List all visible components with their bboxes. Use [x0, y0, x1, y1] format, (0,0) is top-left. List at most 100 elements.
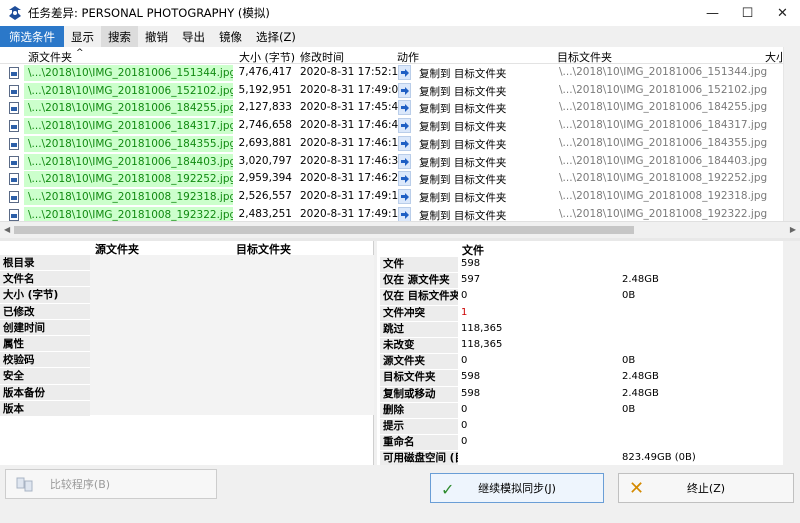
target-path: \...\2018\10\IMG_20181006_152102.jpg [559, 83, 768, 96]
tab-select[interactable]: 选择(Z) [249, 26, 303, 47]
col-action[interactable]: 动作 [397, 49, 419, 65]
stop-label: 终止(Z) [686, 482, 726, 495]
stats-row: 重命名 0 [377, 435, 800, 451]
detail-label: 创建时间 [0, 319, 90, 336]
copy-arrow-icon [398, 153, 411, 169]
tab-search[interactable]: 搜索 [101, 26, 138, 47]
file-icon [9, 84, 19, 97]
file-icon [9, 67, 19, 79]
target-path: \...\2018\10\IMG_20181006_151344.jpg [559, 66, 768, 78]
source-path: \...\2018\10\IMG_20181008_192252.jpg [24, 171, 233, 188]
target-path: \...\2018\10\IMG_20181006_184317.jpg [559, 119, 768, 132]
compare-label: 比较程序(B) [49, 478, 111, 491]
copy-arrow-icon [398, 171, 411, 187]
details-panel: 源文件夹 目标文件夹 根目录 文件名 大小 (字节) 已修改 创建时间 属性 校… [0, 241, 374, 465]
stats-label: 复制或移动 [380, 386, 458, 402]
tab-undo[interactable]: 撤销 [138, 26, 175, 47]
table-row[interactable]: \...\2018\10\IMG_20181006_184317.jpg 2,7… [0, 117, 800, 135]
stats-size: 0B [622, 403, 636, 415]
modified-time: 2020-8-31 17:46:20 [300, 172, 405, 185]
file-icon [9, 137, 19, 150]
hscroll-thumb[interactable] [14, 226, 634, 234]
file-icon [9, 155, 19, 168]
source-path: \...\2018\10\IMG_20181008_192322.jpg [24, 206, 233, 221]
detail-label: 文件名 [0, 271, 90, 288]
copy-arrow-icon [398, 206, 411, 221]
scroll-left-icon[interactable]: ◀ [4, 225, 10, 234]
compare-button[interactable]: 比较程序(B) [5, 469, 217, 499]
stats-label: 文件 [380, 257, 458, 273]
detail-label: 根目录 [0, 255, 90, 272]
window-title: 任务差异: PERSONAL PHOTOGRAPHY (模拟) [28, 6, 270, 20]
table-row[interactable]: \...\2018\10\IMG_20181008_192318.jpg 2,5… [0, 188, 800, 206]
source-path: \...\2018\10\IMG_20181006_152102.jpg [24, 82, 233, 99]
table-row[interactable]: \...\2018\10\IMG_20181008_192252.jpg 2,9… [0, 170, 800, 188]
tab-display[interactable]: 显示 [64, 26, 101, 47]
table-row[interactable]: \...\2018\10\IMG_20181006_184355.jpg 2,6… [0, 135, 800, 153]
stats-label: 跳过 [380, 321, 458, 337]
file-icon [9, 208, 19, 221]
stats-size: 2.48GB [622, 371, 659, 383]
stats-count: 118,365 [461, 339, 503, 350]
col-source[interactable]: 源文件夹 [28, 49, 72, 65]
stats-count: 0 [461, 290, 468, 302]
file-icon [9, 173, 19, 186]
stats-label: 文件冲突 [380, 305, 458, 321]
maximize-button[interactable]: ☐ [730, 0, 765, 26]
file-list-hscroll[interactable]: ◀ ▶ [0, 221, 800, 238]
source-path: \...\2018\10\IMG_20181008_192318.jpg [24, 188, 233, 205]
file-size: 7,476,417 [238, 66, 292, 78]
stats-count: 118,365 [461, 322, 503, 334]
detail-label: 版本备份 [0, 384, 90, 401]
tab-filter[interactable]: 筛选条件 [0, 26, 64, 47]
table-row[interactable]: \...\2018\10\IMG_20181006_184255.jpg 2,1… [0, 99, 800, 117]
table-row[interactable]: \...\2018\10\IMG_20181006_184403.jpg 3,0… [0, 153, 800, 171]
tab-export[interactable]: 导出 [175, 26, 212, 47]
stats-count: 0 [461, 420, 468, 431]
table-row[interactable]: \...\2018\10\IMG_20181006_152102.jpg 5,1… [0, 82, 800, 100]
stats-label: 提示 [380, 419, 458, 435]
modified-time: 2020-8-31 17:46:40 [300, 119, 405, 132]
col-size[interactable]: 大小 (字节) [239, 49, 295, 65]
close-button[interactable]: ✕ [765, 0, 800, 26]
stats-label: 仅在 源文件夹 [380, 273, 458, 289]
file-list-header: 源文件夹 ^ 大小 (字节) 修改时间 动作 目标文件夹 大小 ( [0, 47, 800, 64]
modified-time: 2020-8-31 17:49:15 [300, 207, 405, 220]
file-size: 2,526,557 [238, 189, 292, 202]
file-size: 5,192,951 [238, 83, 292, 96]
file-size: 2,483,251 [238, 207, 292, 220]
scroll-right-icon[interactable]: ▶ [790, 225, 796, 234]
stats-row: 跳过 118,365 [377, 321, 800, 338]
detail-label: 大小 (字节) [0, 287, 90, 304]
col-modified[interactable]: 修改时间 [300, 49, 344, 65]
stats-row: 文件 598 [377, 257, 800, 273]
source-path: \...\2018\10\IMG_20181006_184355.jpg [24, 135, 233, 152]
table-row[interactable]: \...\2018\10\IMG_20181006_151344.jpg 7,4… [0, 64, 800, 82]
file-size: 2,693,881 [238, 136, 292, 149]
source-path: \...\2018\10\IMG_20181006_184317.jpg [24, 118, 233, 135]
details-values-area [90, 255, 374, 415]
stats-label: 源文件夹 [380, 354, 458, 370]
modified-time: 2020-8-31 17:52:11 [300, 66, 405, 78]
stats-count-conflict: 1 [461, 306, 468, 318]
stats-vscroll[interactable] [783, 241, 800, 465]
file-list-vscroll[interactable] [783, 47, 800, 221]
stats-header: 文件 [462, 244, 484, 257]
continue-sync-button[interactable]: ✓ 继续模拟同步(J) [430, 473, 604, 503]
source-path: \...\2018\10\IMG_20181006_184403.jpg [24, 153, 233, 170]
toolbar: 筛选条件 显示 搜索 撤销 导出 镜像 选择(Z) [0, 26, 800, 47]
stop-button[interactable]: ✕ 终止(Z) [618, 473, 794, 503]
tab-mirror[interactable]: 镜像 [212, 26, 249, 47]
target-path: \...\2018\10\IMG_20181006_184355.jpg [559, 136, 768, 149]
modified-time: 2020-8-31 17:46:16 [300, 136, 405, 149]
stats-label: 目标文件夹 [380, 370, 458, 386]
sort-arrow-icon: ^ [76, 48, 84, 58]
col-target[interactable]: 目标文件夹 [557, 49, 612, 65]
stats-size: 823.49GB (0B) [622, 452, 696, 464]
minimize-button[interactable]: — [695, 0, 730, 26]
details-header: 源文件夹 目标文件夹 [0, 241, 374, 256]
table-row[interactable]: \...\2018\10\IMG_20181008_192322.jpg 2,4… [0, 206, 800, 221]
stats-row: 目标文件夹 598 2.48GB [377, 370, 800, 386]
copy-arrow-icon [398, 100, 411, 116]
copy-arrow-icon [398, 135, 411, 151]
